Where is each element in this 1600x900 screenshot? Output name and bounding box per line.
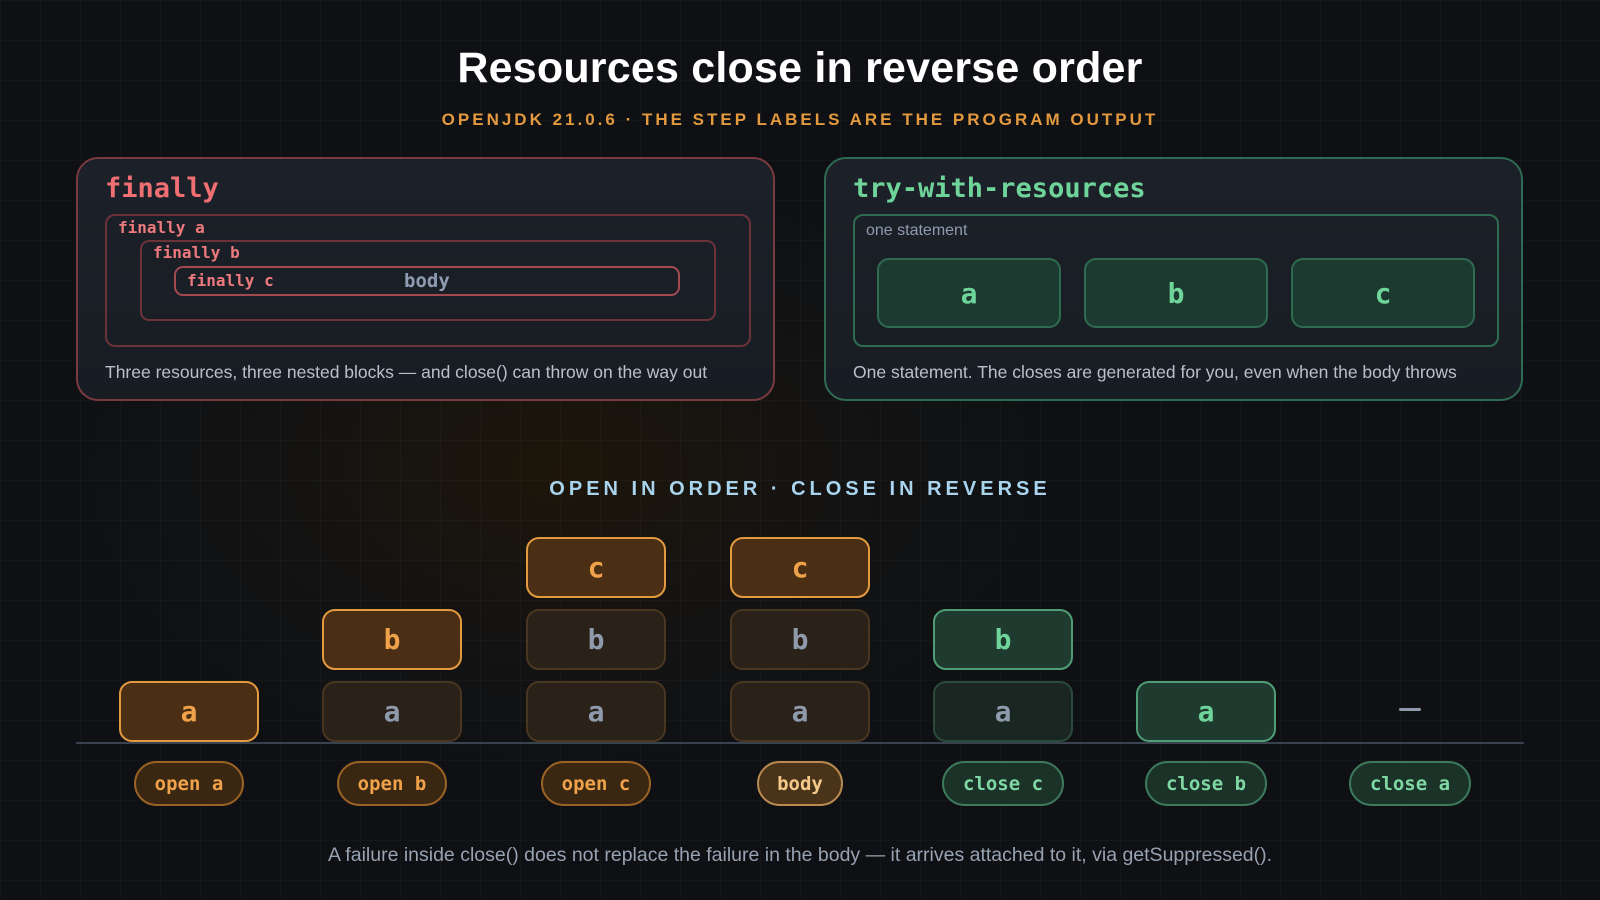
stack-block-b-step-3: b bbox=[526, 609, 666, 670]
stack-block-c-step-4: c bbox=[730, 537, 870, 598]
finally-a-label: finally a bbox=[118, 218, 205, 237]
step-label-close-c: close c bbox=[942, 761, 1064, 806]
step-label-close-a: close a bbox=[1349, 761, 1471, 806]
step-label-open-c: open c bbox=[541, 761, 651, 806]
stack-block-b-step-4: b bbox=[730, 609, 870, 670]
footer-note: A failure inside close() does not replac… bbox=[327, 844, 1273, 866]
page-subtitle: OPENJDK 21.0.6 · THE STEP LABELS ARE THE… bbox=[441, 110, 1159, 129]
stack-block-a-step-6: a bbox=[1136, 681, 1276, 742]
body-label: body bbox=[404, 270, 450, 292]
empty-stack-marker bbox=[1399, 708, 1421, 711]
finally-b-label: finally b bbox=[153, 243, 240, 262]
stack-block-a-step-2: a bbox=[322, 681, 462, 742]
stack-block-a-step-4: a bbox=[730, 681, 870, 742]
finally-b-block: finally b finally c body bbox=[140, 240, 716, 321]
section-heading: OPEN IN ORDER · CLOSE IN REVERSE bbox=[549, 478, 1051, 500]
step-label-close-b: close b bbox=[1145, 761, 1267, 806]
step-label-open-b: open b bbox=[337, 761, 447, 806]
twr-card: try-with-resources one statement a b c O… bbox=[824, 157, 1523, 401]
step-label-open-a: open a bbox=[134, 761, 244, 806]
statement-box: one statement a b c bbox=[853, 214, 1499, 347]
step-label-body: body bbox=[757, 761, 843, 806]
finally-card-caption: Three resources, three nested blocks — a… bbox=[105, 362, 708, 382]
finally-card-title: finally bbox=[105, 173, 219, 204]
stack-block-b-step-2: b bbox=[322, 609, 462, 670]
finally-a-block: finally a finally b finally c body bbox=[105, 214, 751, 347]
finally-card: finally finally a finally b finally c bo… bbox=[76, 157, 775, 401]
page-title: Resources close in reverse order bbox=[457, 44, 1143, 92]
stack-block-b-step-5: b bbox=[933, 609, 1073, 670]
finally-c-block: finally c body bbox=[174, 266, 680, 296]
stack-block-a-step-1: a bbox=[119, 681, 259, 742]
resource-c: c bbox=[1291, 258, 1475, 328]
finally-c-label: finally c bbox=[187, 271, 274, 290]
stack-block-c-step-3: c bbox=[526, 537, 666, 598]
statement-label: one statement bbox=[866, 222, 968, 239]
timeline-baseline bbox=[76, 742, 1524, 744]
stack-block-a-step-5: a bbox=[933, 681, 1073, 742]
resource-a: a bbox=[877, 258, 1061, 328]
twr-card-caption: One statement. The closes are generated … bbox=[853, 362, 1457, 382]
twr-card-title: try-with-resources bbox=[853, 173, 1146, 204]
resource-b: b bbox=[1084, 258, 1268, 328]
stack-block-a-step-3: a bbox=[526, 681, 666, 742]
